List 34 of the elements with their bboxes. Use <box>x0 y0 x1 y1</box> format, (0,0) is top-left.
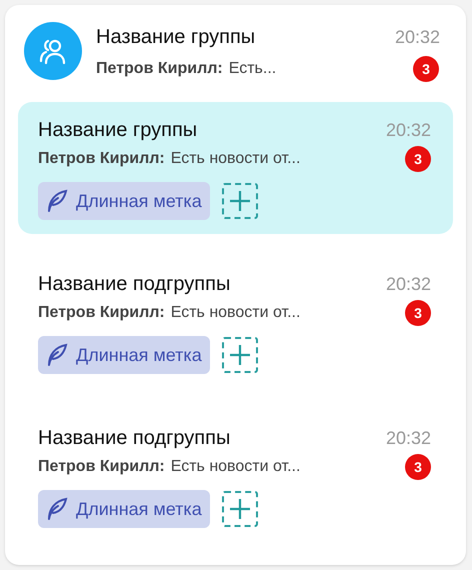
group-title: Название группы <box>96 25 256 50</box>
plus-icon <box>228 344 251 366</box>
tag-chip[interactable]: Длинная метка <box>38 490 210 528</box>
tag-chip[interactable]: Длинная метка <box>38 336 210 374</box>
subgroup-title: Название подгруппы <box>38 272 230 297</box>
add-tag-button[interactable] <box>222 337 258 373</box>
message-time: 20:32 <box>394 26 440 49</box>
unread-badge: 3 <box>413 56 439 82</box>
message-preview: Есть новости от... <box>170 303 300 323</box>
unread-badge: 3 <box>405 146 431 172</box>
subgroup-title: Название группы <box>38 118 198 143</box>
leaf-icon <box>46 343 68 367</box>
subgroup-title: Название подгруппы <box>38 426 230 451</box>
unread-badge: 3 <box>405 454 431 480</box>
message-time: 20:32 <box>386 119 431 142</box>
add-tag-button[interactable] <box>222 183 258 219</box>
message-time: 20:32 <box>386 427 431 450</box>
leaf-icon <box>46 497 68 521</box>
subgroup-item[interactable]: Название группы 20:32 Петров Кирилл: Есть новости от... 3 Длинная метка <box>18 102 453 234</box>
message-preview: Есть... <box>228 59 276 79</box>
plus-icon <box>228 498 251 520</box>
leaf-icon <box>46 189 68 213</box>
message-preview: Есть новости от... <box>170 149 300 169</box>
sender-name: Петров Кирилл: <box>96 59 223 79</box>
add-tag-button[interactable] <box>222 491 258 527</box>
plus-icon <box>228 190 251 212</box>
group-icon <box>38 37 68 65</box>
unread-badge: 3 <box>405 300 431 326</box>
sender-name: Петров Кирилл: <box>38 149 165 169</box>
tag-chip[interactable]: Длинная метка <box>38 182 210 220</box>
message-time: 20:32 <box>386 273 431 296</box>
sender-name: Петров Кирилл: <box>38 303 165 323</box>
message-preview: Есть новости от... <box>170 457 300 477</box>
sender-name: Петров Кирилл: <box>38 457 165 477</box>
